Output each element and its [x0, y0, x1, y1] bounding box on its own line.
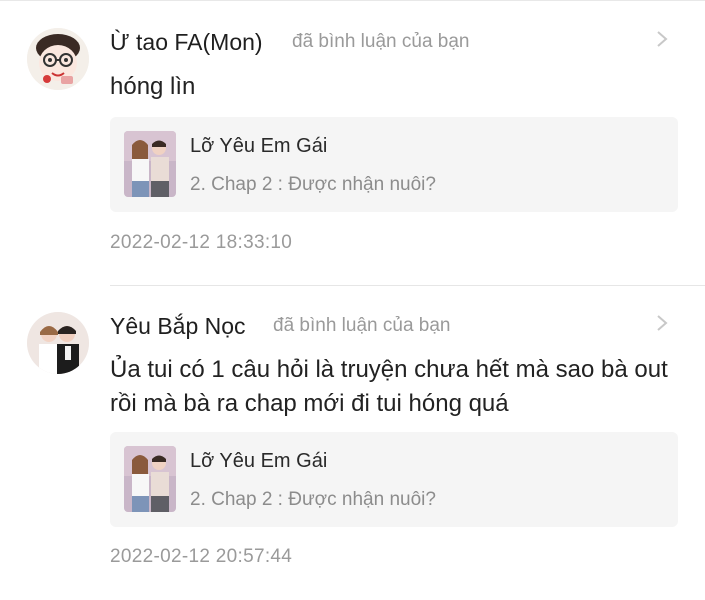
- story-card[interactable]: Lỡ Yêu Em Gái 2. Chap 2 : Được nhận nuôi…: [110, 432, 678, 527]
- story-thumbnail: [124, 446, 176, 512]
- cartoon-avatar-icon: [27, 28, 89, 90]
- timestamp: 2022-02-12 20:57:44: [110, 546, 293, 567]
- chevron-right-icon[interactable]: [655, 30, 669, 48]
- couple-avatar-icon: [27, 312, 89, 374]
- story-title: Lỡ Yêu Em Gái: [190, 450, 328, 472]
- notification-item[interactable]: Ừ tao FA(Mon) đã bình luận của bạn hóng …: [0, 0, 705, 285]
- story-thumbnail: [124, 131, 176, 197]
- chapter-title: 2. Chap 2 : Được nhận nuôi?: [190, 174, 436, 195]
- chapter-title: 2. Chap 2 : Được nhận nuôi?: [190, 489, 436, 510]
- comment-text: Ủa tui có 1 câu hỏi là truyện chưa hết m…: [110, 356, 668, 417]
- story-cover-image: [124, 131, 176, 197]
- timestamp: 2022-02-12 18:33:10: [110, 232, 293, 253]
- notification-item[interactable]: Yêu Bắp Nọc đã bình luận của bạn Ủa tui …: [0, 286, 705, 600]
- story-title: Lỡ Yêu Em Gái: [190, 135, 328, 157]
- commenter-name[interactable]: Ừ tao FA(Mon): [110, 29, 263, 56]
- user-avatar[interactable]: [27, 312, 89, 374]
- story-cover-image: [124, 446, 176, 512]
- comment-text: hóng lìn: [110, 73, 196, 100]
- user-avatar[interactable]: [27, 28, 89, 90]
- commenter-name[interactable]: Yêu Bắp Nọc: [110, 313, 246, 340]
- chevron-right-icon[interactable]: [655, 314, 669, 332]
- action-text: đã bình luận của bạn: [273, 315, 451, 336]
- action-text: đã bình luận của bạn: [292, 31, 470, 52]
- story-card[interactable]: Lỡ Yêu Em Gái 2. Chap 2 : Được nhận nuôi…: [110, 117, 678, 212]
